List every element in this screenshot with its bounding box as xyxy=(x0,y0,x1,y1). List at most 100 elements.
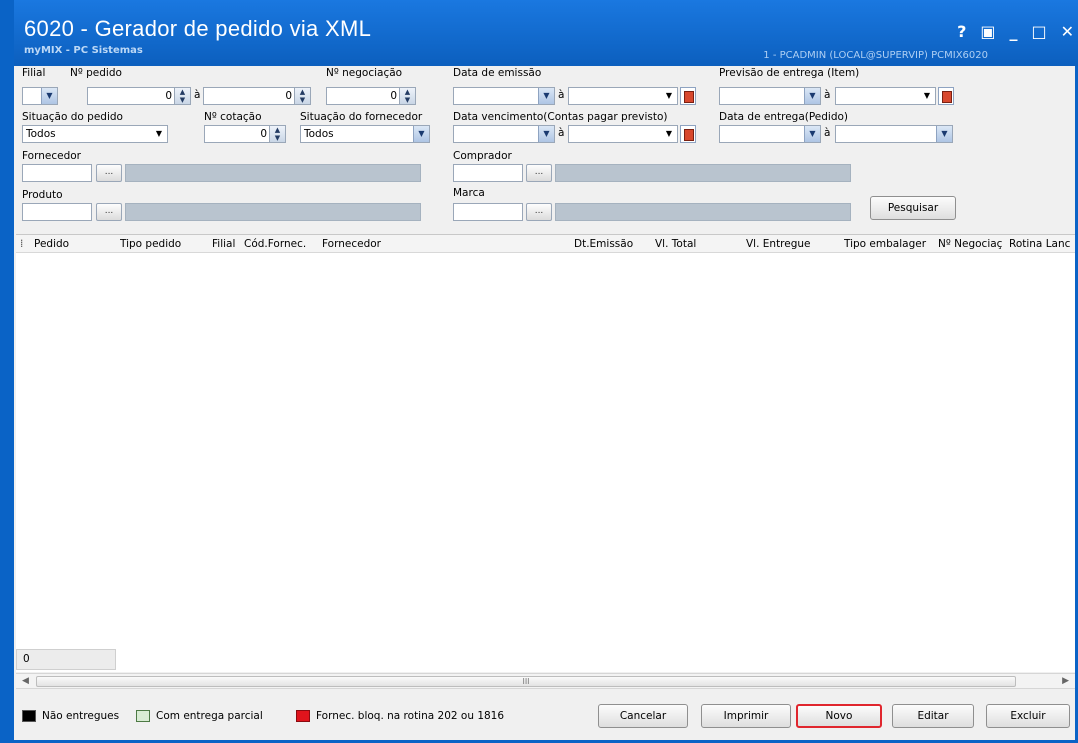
help-icon[interactable]: ? xyxy=(957,22,966,41)
col-header[interactable]: Dt.Emissão xyxy=(574,238,654,250)
fornecedor-lookup-button[interactable]: ... xyxy=(96,164,122,182)
legend-swatch xyxy=(136,710,150,722)
spin-icon[interactable]: ▲ ▼ xyxy=(399,88,415,104)
spin-icon[interactable]: ▲ ▼ xyxy=(174,88,190,104)
col-header[interactable]: Rotina Lanc xyxy=(1009,238,1075,250)
cotacao-value: 0 xyxy=(260,128,267,140)
cotacao-input[interactable]: 0 ▲ ▼ xyxy=(204,125,286,143)
marca-code-input[interactable] xyxy=(453,203,523,221)
filial-label: Filial xyxy=(22,67,46,79)
marca-label: Marca xyxy=(453,187,485,199)
entrega-to-date[interactable]: ▼ xyxy=(835,125,953,143)
chevron-down-icon[interactable]: ▼ xyxy=(919,88,935,104)
pedido-to-input[interactable]: 0 ▲ ▼ xyxy=(203,87,311,105)
situacao-pedido-combo[interactable]: Todos ▼ xyxy=(22,125,168,143)
marca-lookup-button[interactable]: ... xyxy=(526,203,552,221)
vencimento-from-date[interactable]: ▼ xyxy=(453,125,555,143)
calendar-icon[interactable] xyxy=(938,87,954,105)
window-controls: ? ▣ _ □ ✕ xyxy=(957,22,1074,41)
fornecedor-label: Fornecedor xyxy=(22,150,81,162)
chevron-down-icon[interactable]: ▼ xyxy=(41,88,57,104)
entrega-pedido-label: Data de entrega(Pedido) xyxy=(719,111,849,123)
col-header[interactable]: Nº Negociaç xyxy=(938,238,1008,250)
orders-grid[interactable]: ⁞ Pedido Tipo pedido Filial Cód.Fornec. … xyxy=(16,234,1075,672)
produto-code-input[interactable] xyxy=(22,203,92,221)
col-header[interactable]: Vl. Total xyxy=(655,238,725,250)
scroll-left-icon[interactable]: ◀ xyxy=(22,676,29,686)
situacao-fornecedor-combo[interactable]: Todos ▼ xyxy=(300,125,430,143)
vencimento-sep: à xyxy=(558,127,565,139)
produto-name-field xyxy=(125,203,421,221)
chevron-down-icon[interactable]: ▼ xyxy=(413,126,429,142)
horizontal-scrollbar[interactable]: ◀ III ▶ xyxy=(16,673,1075,689)
vencimento-label: Data vencimento(Contas pagar previsto) xyxy=(453,111,668,123)
situacao-fornecedor-label: Situação do fornecedor xyxy=(300,111,423,123)
pedido-from-value: 0 xyxy=(165,90,172,102)
minimize-icon[interactable]: _ xyxy=(1009,22,1017,41)
emissao-from-date[interactable]: ▼ xyxy=(453,87,555,105)
scroll-thumb[interactable]: III xyxy=(36,676,1016,687)
comprador-lookup-button[interactable]: ... xyxy=(526,164,552,182)
close-icon[interactable]: ✕ xyxy=(1061,22,1074,41)
chevron-down-icon[interactable]: ▼ xyxy=(804,126,820,142)
negociacao-value: 0 xyxy=(390,90,397,102)
chevron-down-icon[interactable]: ▼ xyxy=(538,126,554,142)
delete-button[interactable]: Excluir xyxy=(986,704,1070,728)
grid-header: ⁞ Pedido Tipo pedido Filial Cód.Fornec. … xyxy=(16,235,1075,253)
legend-item-partial: Com entrega parcial xyxy=(136,710,263,722)
grid-indicator-icon: ⁞ xyxy=(20,238,24,250)
col-header[interactable]: Tipo embalager xyxy=(844,238,938,250)
entrega-sep: à xyxy=(824,127,831,139)
chevron-down-icon[interactable]: ▼ xyxy=(538,88,554,104)
previsao-from-date[interactable]: ▼ xyxy=(719,87,821,105)
chevron-down-icon[interactable]: ▼ xyxy=(936,126,952,142)
previsao-to-date[interactable]: ▼ xyxy=(835,87,936,105)
filial-combo[interactable]: ▼ xyxy=(22,87,58,105)
pedido-from-input[interactable]: 0 ▲ ▼ xyxy=(87,87,191,105)
comprador-code-input[interactable] xyxy=(453,164,523,182)
chevron-down-icon[interactable]: ▼ xyxy=(804,88,820,104)
print-button[interactable]: Imprimir xyxy=(701,704,791,728)
negociacao-input[interactable]: 0 ▲ ▼ xyxy=(326,87,416,105)
legend-label: Com entrega parcial xyxy=(156,710,263,722)
restore-icon[interactable]: ▣ xyxy=(980,22,995,41)
new-button[interactable]: Novo xyxy=(796,704,882,728)
chevron-down-icon[interactable]: ▼ xyxy=(661,126,677,142)
window-subtitle: myMIX - PC Sistemas xyxy=(24,45,143,56)
situacao-fornecedor-value: Todos xyxy=(304,128,334,140)
cancel-button[interactable]: Cancelar xyxy=(598,704,688,728)
search-button[interactable]: Pesquisar xyxy=(870,196,956,220)
col-header[interactable]: Filial xyxy=(212,238,242,250)
col-header[interactable]: Tipo pedido xyxy=(120,238,206,250)
spin-icon[interactable]: ▲ ▼ xyxy=(269,126,285,142)
scroll-right-icon[interactable]: ▶ xyxy=(1062,676,1069,686)
emissao-to-date[interactable]: ▼ xyxy=(568,87,678,105)
pedido-label: Nº pedido xyxy=(70,67,122,79)
vencimento-to-date[interactable]: ▼ xyxy=(568,125,678,143)
situacao-pedido-label: Situação do pedido xyxy=(22,111,123,123)
edit-button[interactable]: Editar xyxy=(892,704,974,728)
pedido-to-value: 0 xyxy=(285,90,292,102)
calendar-icon[interactable] xyxy=(680,125,696,143)
legend-item-blocked: Fornec. bloq. na rotina 202 ou 1816 xyxy=(296,710,504,722)
produto-lookup-button[interactable]: ... xyxy=(96,203,122,221)
row-count: 0 xyxy=(16,649,116,670)
produto-label: Produto xyxy=(22,189,63,201)
entrega-from-date[interactable]: ▼ xyxy=(719,125,821,143)
emissao-sep: à xyxy=(558,89,565,101)
fornecedor-code-input[interactable] xyxy=(22,164,92,182)
calendar-icon[interactable] xyxy=(680,87,696,105)
marca-name-field xyxy=(555,203,851,221)
chevron-down-icon[interactable]: ▼ xyxy=(661,88,677,104)
situacao-pedido-value: Todos xyxy=(26,128,56,140)
col-header[interactable]: Fornecedor xyxy=(322,238,562,250)
col-header[interactable]: Vl. Entregue xyxy=(746,238,830,250)
maximize-icon[interactable]: □ xyxy=(1031,22,1046,41)
spin-icon[interactable]: ▲ ▼ xyxy=(294,88,310,104)
legend-swatch xyxy=(296,710,310,722)
chevron-down-icon[interactable]: ▼ xyxy=(151,126,167,142)
col-header[interactable]: Cód.Fornec. xyxy=(244,238,322,250)
emissao-label: Data de emissão xyxy=(453,67,542,79)
user-info: 1 - PCADMIN (LOCAL@SUPERVIP) PCMIX6020 xyxy=(763,50,988,61)
col-header[interactable]: Pedido xyxy=(34,238,114,250)
